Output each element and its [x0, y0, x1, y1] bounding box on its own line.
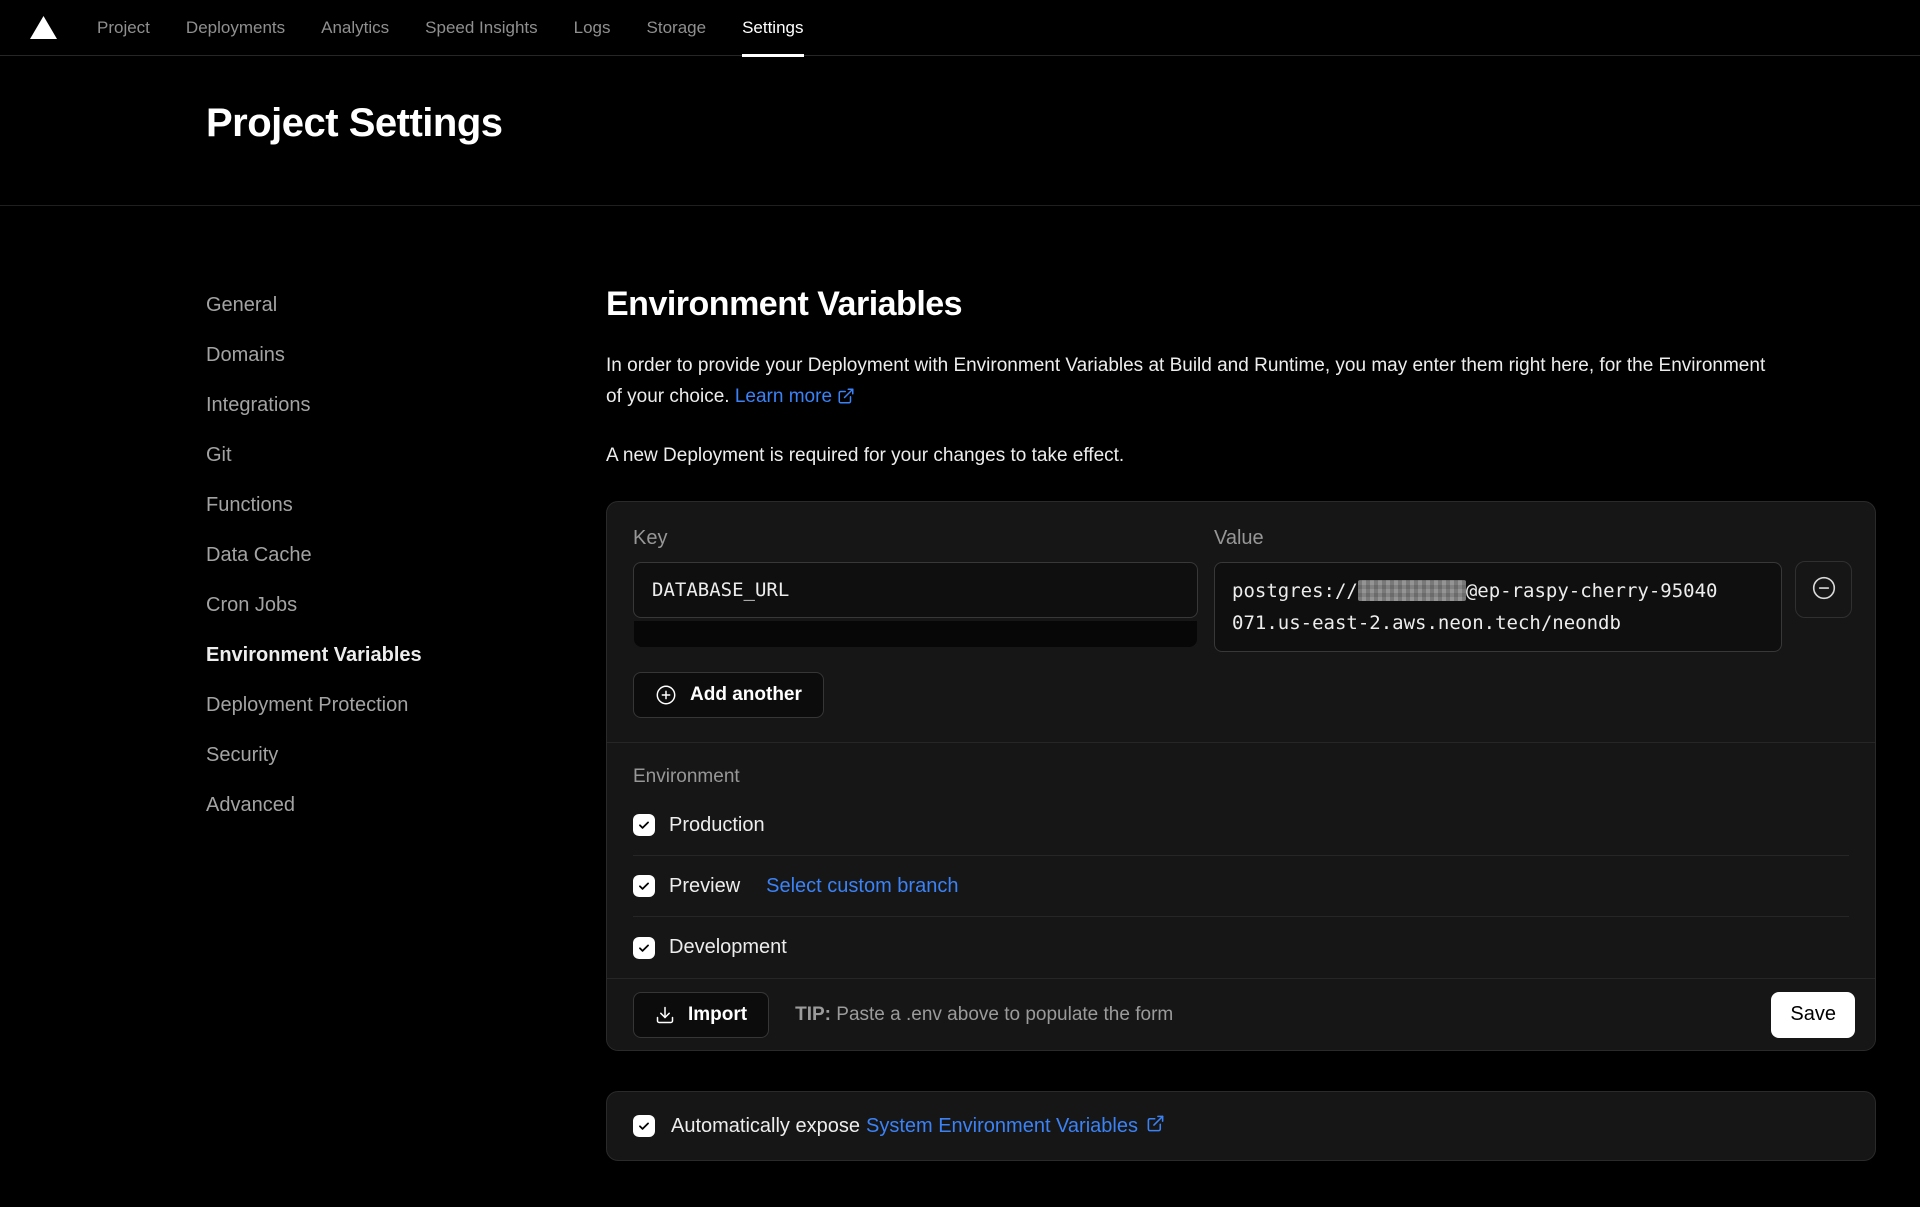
sidebar-item-functions[interactable]: Functions: [206, 491, 606, 520]
env-row-development: Development: [633, 917, 1849, 978]
page-title: Project Settings: [206, 101, 503, 146]
sidebar-item-advanced[interactable]: Advanced: [206, 791, 606, 820]
env-form-card: Key DATABASE_URL Value postgres:// @ep-ra…: [606, 501, 1876, 1051]
nav-item-logs[interactable]: Logs: [574, 0, 611, 56]
nav-item-deployments[interactable]: Deployments: [186, 0, 285, 56]
sidebar-item-deployment-protection[interactable]: Deployment Protection: [206, 691, 606, 720]
description-line1: In order to provide your Deployment with…: [606, 350, 1876, 381]
vercel-logo-icon[interactable]: [30, 16, 57, 39]
env-row-production: Production: [633, 795, 1849, 856]
value-host-part1: @ep-raspy-cherry-95040: [1466, 580, 1718, 602]
value-prefix: postgres://: [1232, 580, 1358, 602]
top-nav: Project Deployments Analytics Speed Insi…: [0, 0, 1920, 56]
content: General Domains Integrations Git Functio…: [0, 206, 1920, 1161]
tip-text: Paste a .env above to populate the form: [831, 1004, 1173, 1025]
checkbox-production[interactable]: [633, 814, 655, 836]
import-label: Import: [688, 1004, 747, 1026]
check-icon: [637, 941, 651, 955]
import-tip: TIP: Paste a .env above to populate the …: [795, 1004, 1173, 1026]
auto-expose-card: Automatically expose System Environment …: [606, 1091, 1876, 1161]
value-input[interactable]: postgres:// @ep-raspy-cherry-95040 071.us…: [1214, 562, 1782, 652]
description-line2: of your choice.: [606, 386, 730, 407]
nav-item-speed-insights[interactable]: Speed Insights: [425, 0, 537, 56]
nav-item-project[interactable]: Project: [97, 0, 150, 56]
external-link-icon: [837, 384, 855, 415]
check-icon: [637, 818, 651, 832]
page-header: Project Settings: [0, 56, 1920, 206]
add-another-button[interactable]: Add another: [633, 672, 824, 718]
tip-bold: TIP:: [795, 1004, 831, 1025]
env-row-preview: Preview Select custom branch: [633, 856, 1849, 917]
learn-more-link[interactable]: Learn more: [735, 386, 832, 407]
preview-label: Preview: [669, 875, 740, 898]
nav-item-settings[interactable]: Settings: [742, 0, 803, 56]
sidebar-item-security[interactable]: Security: [206, 741, 606, 770]
sidebar-item-cron-jobs[interactable]: Cron Jobs: [206, 591, 606, 620]
import-button[interactable]: Import: [633, 992, 769, 1038]
redacted-secret: [1358, 580, 1466, 601]
env-vars-description: In order to provide your Deployment with…: [606, 350, 1876, 415]
checkbox-development[interactable]: [633, 937, 655, 959]
development-label: Development: [669, 936, 787, 959]
remove-row-button[interactable]: [1795, 561, 1852, 618]
card-footer: Import TIP: Paste a .env above to popula…: [607, 978, 1875, 1050]
check-icon: [637, 879, 651, 893]
key-input-extra-row[interactable]: [634, 621, 1197, 647]
nav-item-storage[interactable]: Storage: [647, 0, 707, 56]
auto-expose-text: Automatically expose: [671, 1115, 860, 1138]
sidebar-item-git[interactable]: Git: [206, 441, 606, 470]
sidebar-item-environment-variables[interactable]: Environment Variables: [206, 641, 606, 670]
sidebar-item-domains[interactable]: Domains: [206, 341, 606, 370]
production-label: Production: [669, 814, 765, 837]
value-label: Value: [1214, 526, 1782, 550]
deployment-note: A new Deployment is required for your ch…: [606, 445, 1876, 467]
environment-label: Environment: [633, 765, 1849, 789]
checkbox-auto-expose[interactable]: [633, 1115, 655, 1137]
external-link-icon: [1146, 1114, 1165, 1139]
key-value-row: Key DATABASE_URL Value postgres:// @ep-ra…: [607, 502, 1875, 652]
check-icon: [637, 1119, 651, 1133]
env-vars-heading: Environment Variables: [606, 284, 1876, 324]
environment-section: Environment Production Pr: [607, 743, 1875, 978]
checkbox-preview[interactable]: [633, 875, 655, 897]
save-button[interactable]: Save: [1771, 992, 1855, 1038]
download-icon: [655, 1005, 675, 1025]
key-label: Key: [633, 526, 1198, 550]
plus-circle-icon: [655, 684, 677, 706]
select-custom-branch-link[interactable]: Select custom branch: [766, 875, 958, 898]
minus-circle-icon: [1811, 575, 1837, 604]
system-env-vars-link[interactable]: System Environment Variables: [866, 1115, 1138, 1138]
settings-sidebar: General Domains Integrations Git Functio…: [206, 284, 606, 1161]
add-another-label: Add another: [690, 684, 802, 706]
key-input[interactable]: DATABASE_URL: [633, 562, 1198, 618]
sidebar-item-general[interactable]: General: [206, 291, 606, 320]
nav-item-analytics[interactable]: Analytics: [321, 0, 389, 56]
main-panel: Environment Variables In order to provid…: [606, 284, 1876, 1161]
sidebar-item-data-cache[interactable]: Data Cache: [206, 541, 606, 570]
value-host-part2: 071.us-east-2.aws.neon.tech/neondb: [1232, 607, 1764, 639]
sidebar-item-integrations[interactable]: Integrations: [206, 391, 606, 420]
